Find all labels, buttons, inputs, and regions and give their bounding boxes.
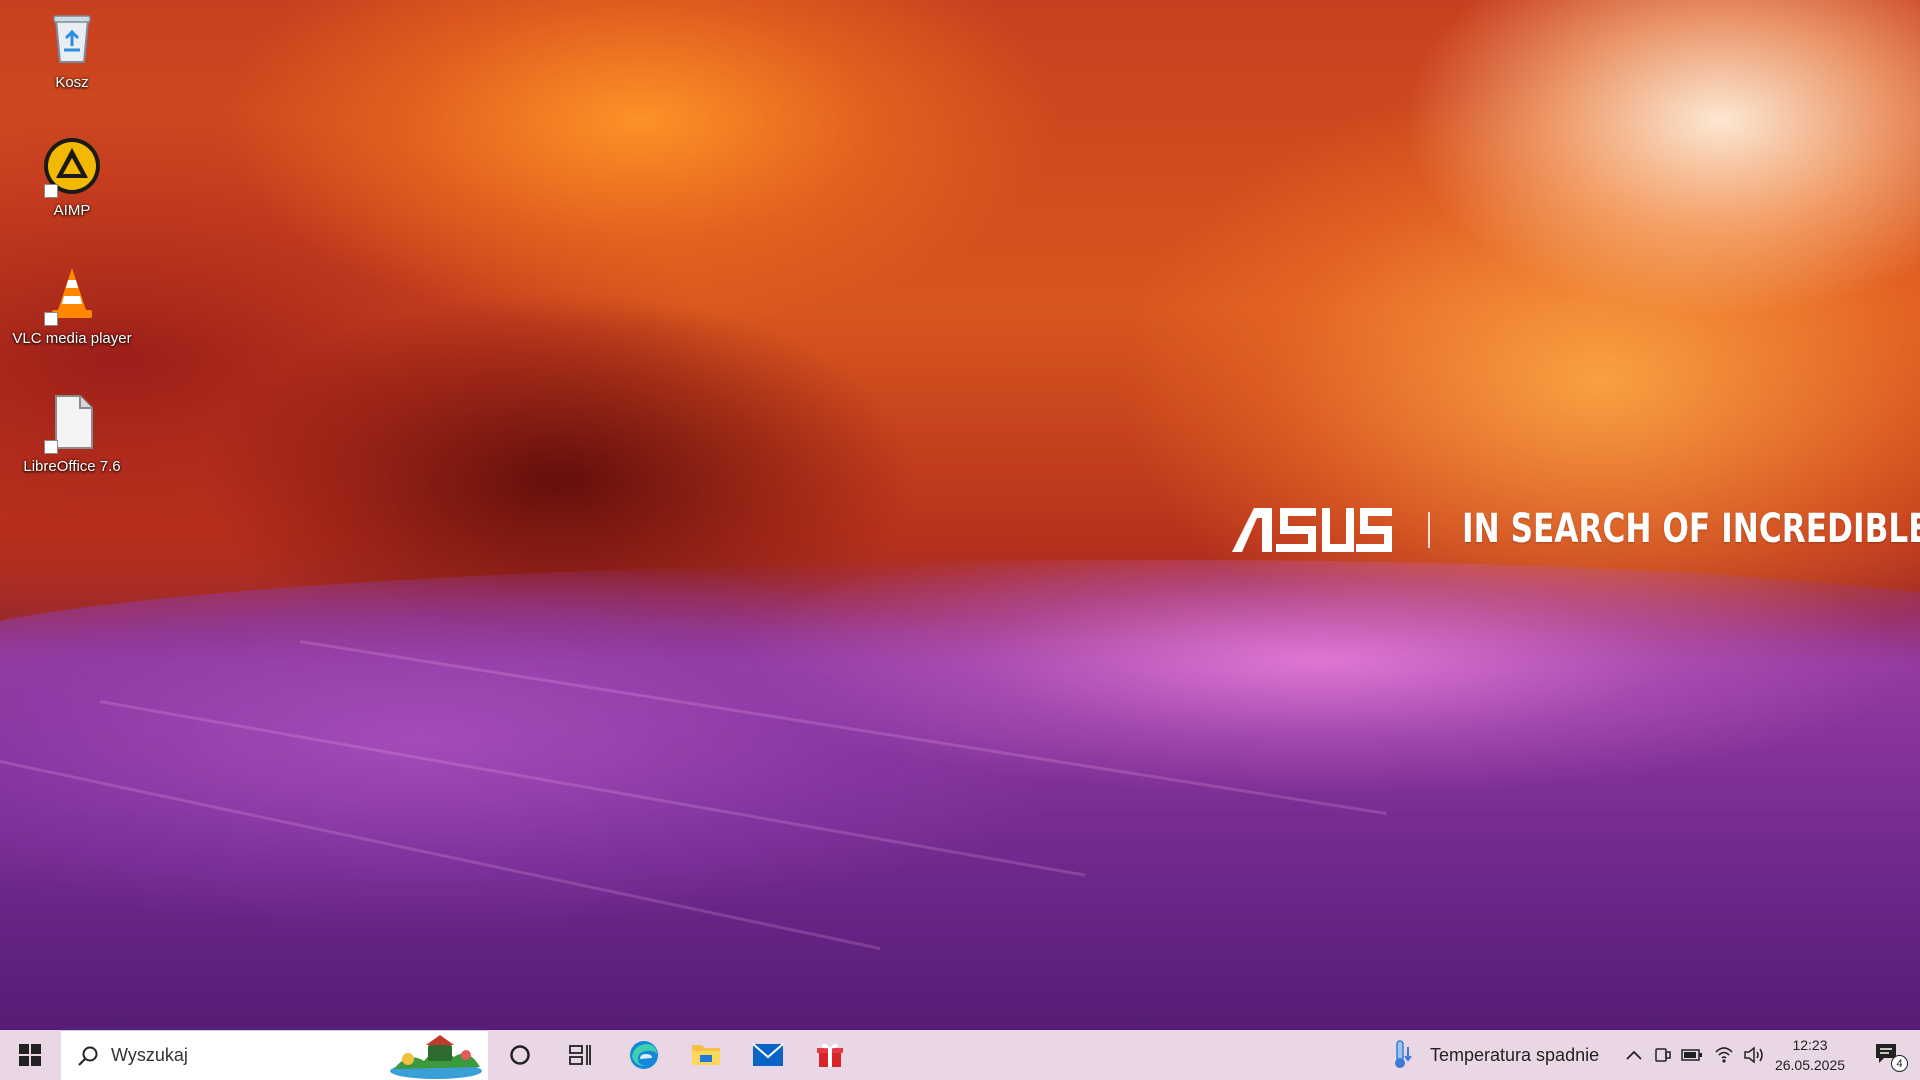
thermometer-down-icon — [1395, 1040, 1412, 1068]
mail-icon — [752, 1043, 784, 1066]
edge-icon — [630, 1041, 658, 1069]
vlc-cone-icon — [42, 264, 102, 326]
clock-date: 26.05.2025 — [1774, 1057, 1846, 1073]
start-button[interactable] — [0, 1030, 60, 1080]
clock-time: 12:23 — [1792, 1037, 1828, 1053]
weather-text: Temperatura spadnie — [1430, 1044, 1600, 1065]
windows-logo-icon — [19, 1044, 41, 1066]
shortcut-arrow-icon — [44, 312, 58, 326]
weather-widget[interactable]: Temperatura spadnie — [1392, 1030, 1614, 1080]
desktop-icon-libreoffice[interactable]: LibreOffice 7.6 — [10, 392, 134, 475]
tray-meet-button[interactable] — [1650, 1030, 1676, 1080]
tray-volume-button[interactable] — [1740, 1030, 1768, 1080]
shortcut-arrow-icon — [44, 440, 58, 454]
wifi-icon — [1715, 1047, 1733, 1063]
cortana-circle-icon — [510, 1045, 530, 1065]
wallpaper-tagline: IN SEARCH OF INCREDIBLE — [1462, 506, 1920, 552]
tray-battery-button[interactable] — [1678, 1030, 1706, 1080]
desktop-icon-recycle-bin[interactable]: Kosz — [10, 8, 134, 91]
recycle-bin-icon — [42, 8, 102, 68]
desktop-icon-aimp[interactable]: AIMP — [10, 136, 134, 219]
device-meet-icon — [1655, 1048, 1671, 1062]
logo-divider — [1428, 512, 1430, 548]
taskbar-app-gift[interactable] — [806, 1030, 854, 1080]
libreoffice-document-icon — [42, 392, 102, 454]
desktop-icon-label: VLC media player — [12, 330, 132, 347]
file-explorer-icon — [692, 1045, 720, 1065]
action-center-button[interactable]: 4 — [1862, 1030, 1912, 1080]
desktop-icon-label: LibreOffice 7.6 — [23, 458, 121, 475]
task-view-button[interactable] — [556, 1030, 604, 1080]
search-placeholder: Wyszukaj — [111, 1045, 188, 1065]
show-hidden-icons-button[interactable] — [1620, 1030, 1648, 1080]
shortcut-arrow-icon — [44, 184, 58, 198]
notification-count-badge: 4 — [1891, 1055, 1908, 1072]
search-highlight-illustration-icon — [390, 1035, 482, 1079]
battery-icon — [1681, 1049, 1702, 1061]
taskbar-app-edge[interactable] — [620, 1030, 668, 1080]
task-view-icon — [569, 1045, 591, 1065]
taskbar-clock[interactable]: 12:23 26.05.2025 — [1770, 1030, 1850, 1080]
asus-logo — [1232, 508, 1392, 552]
taskbar-app-mail[interactable] — [744, 1030, 792, 1080]
gift-icon — [817, 1043, 843, 1067]
wallpaper-rock-band — [0, 560, 1920, 1030]
aimp-icon — [42, 136, 102, 198]
taskbar-search-box[interactable]: Wyszukaj — [61, 1030, 488, 1080]
cortana-button[interactable] — [496, 1030, 544, 1080]
chevron-up-icon — [1626, 1050, 1642, 1060]
search-icon — [78, 1046, 98, 1066]
desktop-icon-label: AIMP — [53, 202, 91, 219]
tray-network-button[interactable] — [1710, 1030, 1738, 1080]
desktop-icon-vlc[interactable]: VLC media player — [10, 264, 134, 347]
speaker-volume-icon — [1744, 1046, 1763, 1064]
taskbar-app-file-explorer[interactable] — [682, 1030, 730, 1080]
desktop-icon-label: Kosz — [55, 74, 89, 91]
desktop-wallpaper: IN SEARCH OF INCREDIBLE — [0, 0, 1920, 1030]
